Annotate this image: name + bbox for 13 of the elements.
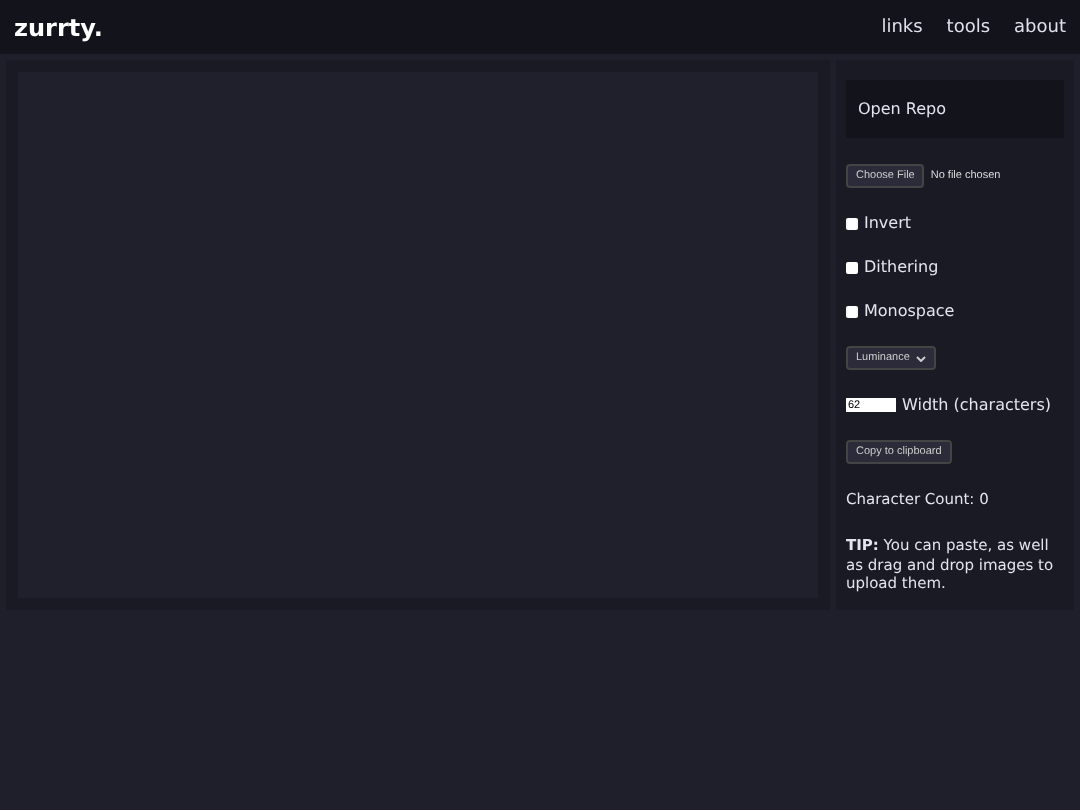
nav-link[interactable]: links <box>881 17 923 37</box>
sidebar-title: Open Repo <box>846 80 1064 138</box>
checkbox-label: Invert <box>864 214 912 232</box>
chevron-icon <box>915 355 926 361</box>
checkbox[interactable] <box>846 305 858 317</box>
checkbox[interactable] <box>846 261 858 273</box>
checkbox[interactable] <box>846 217 858 229</box>
nav-link[interactable]: about <box>1014 17 1066 37</box>
width-label: Width (characters) <box>902 396 1052 414</box>
checkbox-label: Monospace <box>864 302 955 320</box>
checkbox-label: Dithering <box>864 258 939 276</box>
nav-link[interactable]: tools <box>946 17 991 37</box>
logo: zurrty. <box>14 13 103 41</box>
